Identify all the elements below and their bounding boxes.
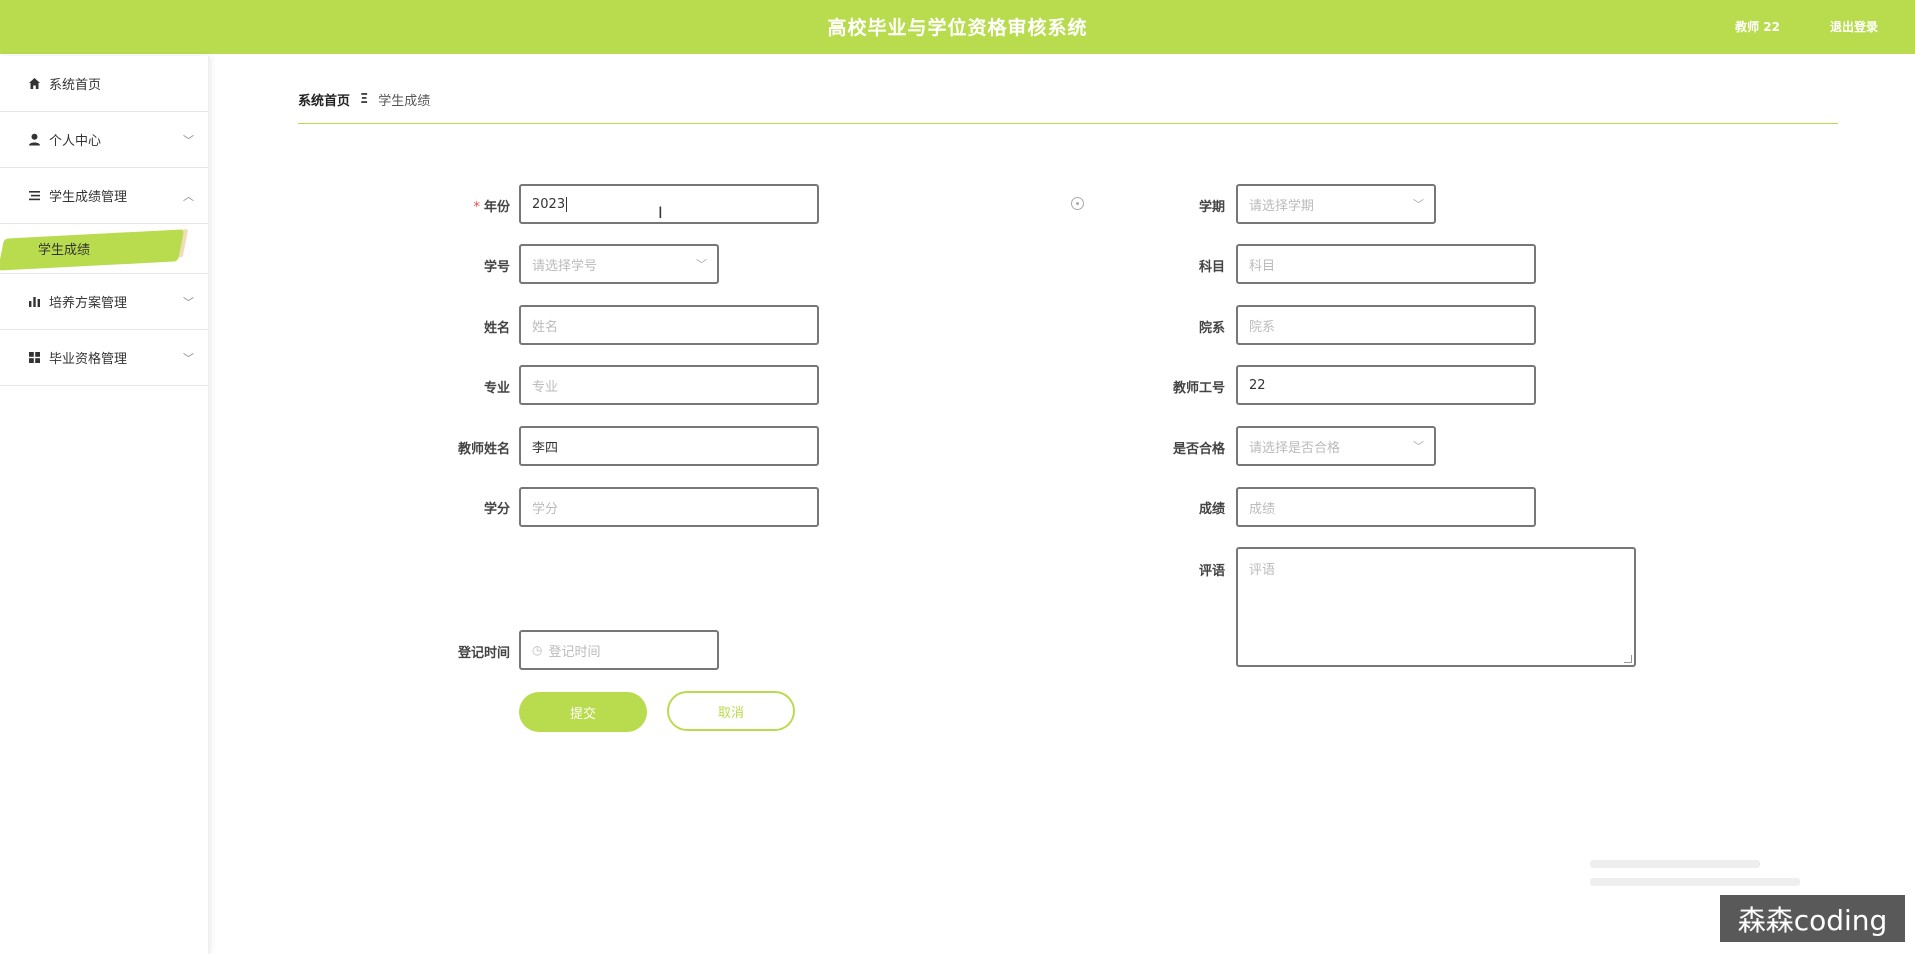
department-label: 院系 [1198, 321, 1225, 336]
chevron-down-icon: ﹀ [696, 258, 707, 271]
resize-handle[interactable] [1624, 655, 1632, 663]
score-label: 成绩 [1198, 502, 1225, 517]
breadcrumb: 系统首页 Ξ 学生成绩 [298, 90, 430, 109]
sidebar-item-graduation-qualification[interactable]: 毕业资格管理 ﹀ [0, 330, 208, 386]
subject-label: 科目 [1198, 260, 1225, 275]
year-input[interactable]: 2023 [519, 184, 819, 224]
breadcrumb-separator: Ξ [360, 92, 369, 107]
sidebar-subitem-student-grades[interactable]: 学生成绩 [0, 224, 208, 274]
major-label: 专业 [483, 381, 510, 396]
semester-label: 学期 [1198, 200, 1225, 215]
credit-input[interactable]: 学分 [519, 487, 819, 527]
logout-link[interactable]: 退出登录 [1830, 18, 1878, 35]
watermark: 森森coding [1720, 895, 1905, 942]
chevron-up-icon: ︿ [183, 189, 194, 203]
chevron-down-icon: ﹀ [1413, 440, 1424, 453]
register-time-label: 登记时间 [457, 646, 510, 661]
list-icon [26, 188, 42, 204]
current-user: 教师 22 [1735, 20, 1780, 34]
teacher-name-input[interactable]: 李四 [519, 426, 819, 466]
clock-icon: ◷ [532, 643, 543, 657]
sidebar-item-label: 毕业资格管理 [49, 352, 128, 367]
student-no-label: 学号 [483, 260, 510, 275]
app-title: 高校毕业与学位资格审核系统 [827, 17, 1088, 39]
sidebar-item-personal-center[interactable]: 个人中心 ﹀ [0, 112, 208, 168]
top-header: 高校毕业与学位资格审核系统 教师 22 退出登录 [0, 0, 1915, 54]
grid-icon [26, 350, 42, 366]
teacher-no-label: 教师工号 [1172, 381, 1225, 396]
register-time-picker[interactable]: ◷ 登记时间 [519, 630, 719, 670]
score-input[interactable]: 成绩 [1236, 487, 1536, 527]
breadcrumb-current: 学生成绩 [378, 94, 431, 109]
chevron-down-icon: ﹀ [183, 295, 194, 309]
teacher-name-label: 教师姓名 [457, 442, 510, 457]
chevron-down-icon: ﹀ [183, 133, 194, 147]
sidebar-item-label: 系统首页 [49, 78, 102, 93]
chevron-down-icon: ﹀ [183, 351, 194, 365]
text-cursor-icon: I [658, 203, 663, 222]
sidebar-item-label: 个人中心 [49, 134, 102, 149]
info-dot-icon [1071, 197, 1084, 210]
bar-chart-icon [26, 294, 42, 310]
home-icon [26, 76, 42, 92]
name-label: 姓名 [483, 321, 510, 336]
qualified-select[interactable]: 请选择是否合格 ﹀ [1236, 426, 1436, 466]
cancel-button[interactable]: 取消 [667, 691, 795, 731]
credit-label: 学分 [483, 502, 510, 517]
qualified-label: 是否合格 [1172, 442, 1225, 457]
chevron-down-icon: ﹀ [1413, 198, 1424, 211]
sidebar-item-training-plan[interactable]: 培养方案管理 ﹀ [0, 274, 208, 330]
sidebar-item-home[interactable]: 系统首页 [0, 56, 208, 112]
comment-label: 评语 [1198, 564, 1225, 579]
subject-input[interactable]: 科目 [1236, 244, 1536, 284]
teacher-no-input[interactable]: 22 [1236, 365, 1536, 405]
major-input[interactable]: 专业 [519, 365, 819, 405]
submit-button[interactable]: 提交 [519, 692, 647, 732]
comment-textarea[interactable]: 评语 [1236, 547, 1636, 667]
sidebar-item-grade-management[interactable]: 学生成绩管理 ︿ [0, 168, 208, 224]
breadcrumb-home[interactable]: 系统首页 [298, 90, 350, 109]
name-input[interactable]: 姓名 [519, 305, 819, 345]
person-icon [26, 132, 42, 148]
required-mark: * [473, 200, 480, 215]
department-input[interactable]: 院系 [1236, 305, 1536, 345]
sidebar-subitem-label: 学生成绩 [38, 243, 91, 258]
breadcrumb-divider [298, 123, 1838, 124]
sidebar: 系统首页 个人中心 ﹀ 学生成绩管理 ︿ 学生成绩 培养方案管理 ﹀ 毕业资格管… [0, 56, 209, 954]
sidebar-item-label: 培养方案管理 [49, 296, 128, 311]
semester-select[interactable]: 请选择学期 ﹀ [1236, 184, 1436, 224]
student-no-select[interactable]: 请选择学号 ﹀ [519, 244, 719, 284]
sidebar-item-label: 学生成绩管理 [49, 190, 128, 205]
year-label: * 年份 [473, 200, 510, 215]
